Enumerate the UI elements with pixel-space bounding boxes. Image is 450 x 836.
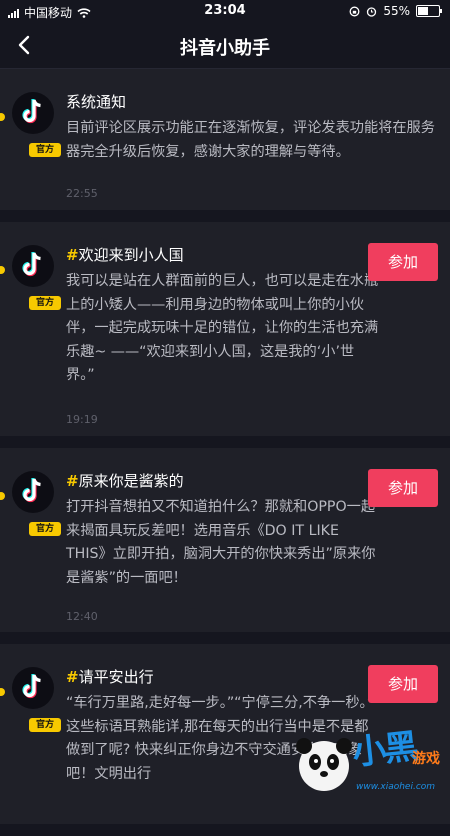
challenge-title[interactable]: #请平安出行 <box>66 666 154 687</box>
card-title: 系统通知 <box>66 93 127 111</box>
douyin-logo-icon <box>22 478 41 503</box>
official-badge: 官方 <box>29 296 61 310</box>
status-bar: 中国移动 23:04 55% <box>0 0 450 22</box>
card-body: 我可以是站在人群面前的巨人，也可以是走在水瓶上的小矮人——利用身边的物体或叫上你… <box>66 273 379 383</box>
challenge-title[interactable]: #欢迎来到小人国 <box>66 244 184 265</box>
battery-percent: 55% <box>383 4 410 18</box>
card-timestamp: 19:19 <box>66 413 98 426</box>
watermark-logo: 小黑 游戏 www.xiaohei.com <box>294 718 444 798</box>
join-button[interactable]: 参加 <box>368 665 438 703</box>
card-timestamp: 22:55 <box>66 187 98 200</box>
battery-icon <box>416 5 442 17</box>
nav-bar: 抖音小助手 <box>0 22 450 69</box>
unread-dot <box>0 688 5 696</box>
hashtag-icon: # <box>66 668 79 686</box>
official-badge: 官方 <box>29 718 61 732</box>
join-button[interactable]: 参加 <box>368 243 438 281</box>
watermark-brand: 小黑 <box>350 726 419 774</box>
alarm-icon <box>367 6 377 17</box>
status-right: 55% <box>349 4 442 18</box>
avatar[interactable]: 官方 <box>12 92 61 157</box>
watermark-url: www.xiaohei.com <box>356 782 436 792</box>
avatar[interactable]: 官方 <box>12 471 61 536</box>
card-timestamp: 12:40 <box>66 610 98 623</box>
join-button[interactable]: 参加 <box>368 469 438 507</box>
rotation-lock-icon <box>349 6 360 16</box>
douyin-logo-icon <box>22 99 41 124</box>
douyin-logo-icon <box>22 674 41 699</box>
unread-dot <box>0 492 5 500</box>
unread-dot <box>0 113 5 121</box>
challenge-title[interactable]: #原来你是酱紫的 <box>66 470 184 491</box>
watermark-tag: 游戏 <box>412 751 440 767</box>
card-body: 目前评论区展示功能正在逐渐恢复，评论发表功能将在服务器完全升级后恢复，感谢大家的… <box>66 120 435 160</box>
message-card-challenge-1[interactable]: 官方 #欢迎来到小人国 我可以是站在人群面前的巨人，也可以是走在水瓶上的小矮人—… <box>0 222 450 436</box>
message-card-challenge-2[interactable]: 官方 #原来你是酱紫的 打开抖音想拍又不知道拍什么？那就和OPPO一起来揭面具玩… <box>0 448 450 632</box>
panda-mascot-icon <box>296 738 352 791</box>
hashtag-icon: # <box>66 246 79 264</box>
official-badge: 官方 <box>29 522 61 536</box>
unread-dot <box>0 266 5 274</box>
avatar[interactable]: 官方 <box>12 667 61 732</box>
douyin-logo-icon <box>22 252 41 277</box>
page-title: 抖音小助手 <box>180 38 270 59</box>
avatar[interactable]: 官方 <box>12 245 61 310</box>
card-body: 打开抖音想拍又不知道拍什么？那就和OPPO一起来揭面具玩反差吧！选用音乐《DO … <box>66 499 376 586</box>
hashtag-icon: # <box>66 472 79 490</box>
message-card-system[interactable]: 官方 系统通知 目前评论区展示功能正在逐渐恢复，评论发表功能将在服务器完全升级后… <box>0 69 450 210</box>
official-badge: 官方 <box>29 143 61 157</box>
